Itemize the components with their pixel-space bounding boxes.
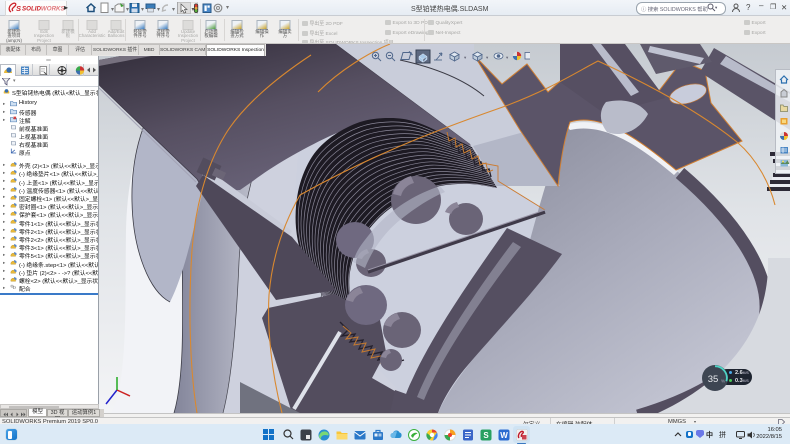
svg-text:▾: ▾ bbox=[111, 7, 114, 13]
svg-text:▾: ▾ bbox=[157, 7, 160, 13]
svg-text:▾: ▾ bbox=[141, 7, 144, 13]
svg-text:%: % bbox=[721, 379, 725, 384]
svg-text:S: S bbox=[483, 431, 489, 440]
svg-text:W: W bbox=[500, 431, 508, 440]
svg-text:▾: ▾ bbox=[506, 55, 509, 60]
svg-text:SOLIDWORKS: SOLIDWORKS bbox=[22, 6, 66, 13]
svg-text:▾: ▾ bbox=[126, 7, 129, 13]
svg-text:▾: ▾ bbox=[486, 55, 489, 60]
svg-text:▾: ▾ bbox=[464, 55, 467, 60]
svg-text:▾: ▾ bbox=[172, 7, 175, 13]
svg-text:35: 35 bbox=[708, 374, 719, 385]
svg-text:S: S bbox=[16, 4, 21, 13]
